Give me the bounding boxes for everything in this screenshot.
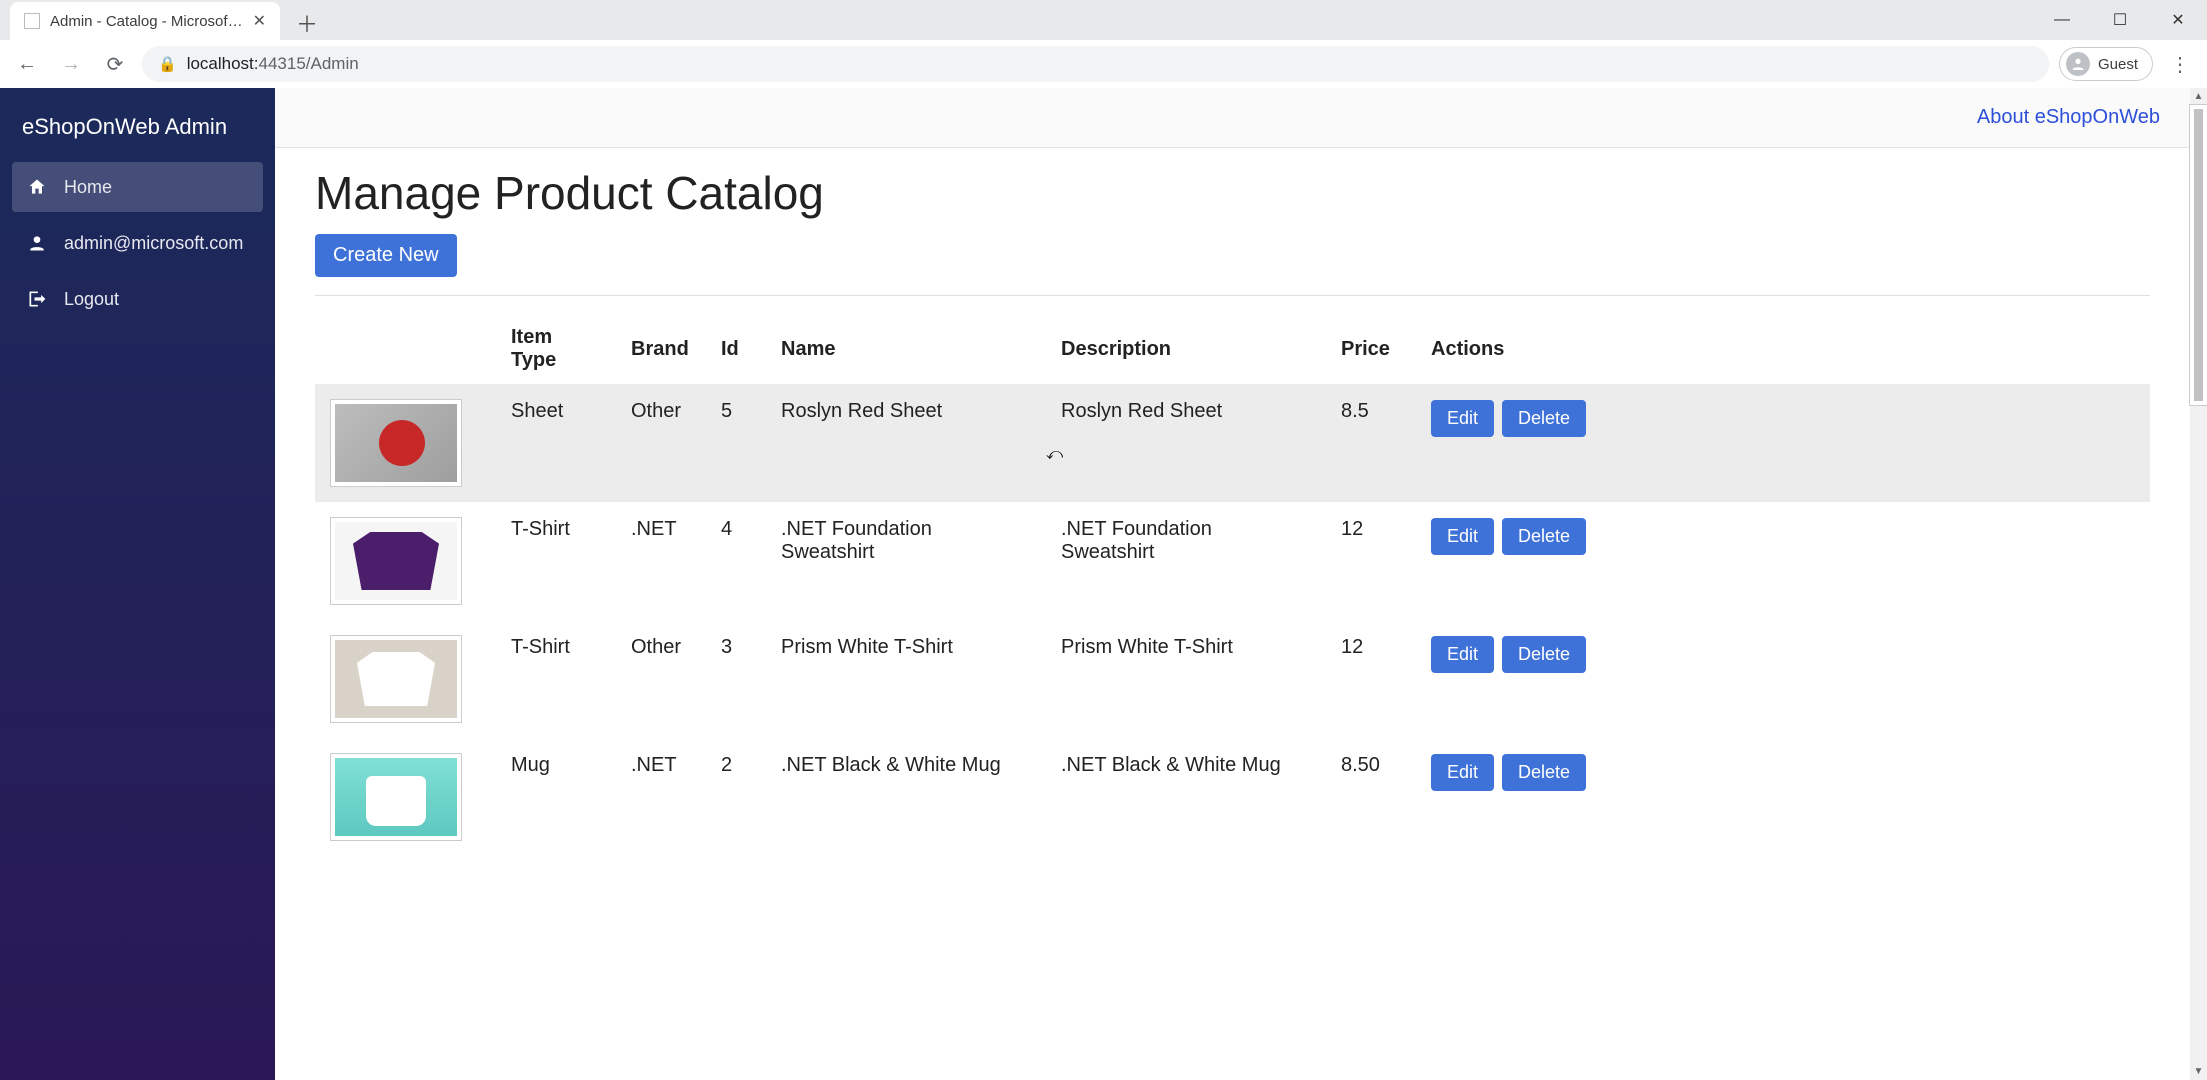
table-header-row: Item Type Brand Id Name Description Pric… xyxy=(315,314,2150,384)
edit-button[interactable]: Edit xyxy=(1431,518,1494,555)
scroll-down-icon[interactable]: ▼ xyxy=(2190,1063,2207,1080)
page-viewport: eShopOnWeb Admin Home admin@microsoft.co… xyxy=(0,88,2207,1080)
cell-id: 2 xyxy=(705,738,765,856)
sidebar: eShopOnWeb Admin Home admin@microsoft.co… xyxy=(0,88,275,1080)
close-window-button[interactable]: ✕ xyxy=(2149,0,2207,40)
cell-item-type: T-Shirt xyxy=(495,502,615,620)
cell-price: 12 xyxy=(1325,502,1415,620)
lock-icon: 🔒 xyxy=(158,55,177,73)
product-thumbnail xyxy=(331,636,461,722)
cell-price: 12 xyxy=(1325,620,1415,738)
col-description: Description xyxy=(1045,314,1325,384)
about-link[interactable]: About eShopOnWeb xyxy=(1977,106,2160,129)
table-row[interactable]: SheetOther5Roslyn Red SheetRoslyn Red Sh… xyxy=(315,384,2150,502)
delete-button[interactable]: Delete xyxy=(1502,400,1586,437)
cell-item-type: Sheet xyxy=(495,384,615,502)
browser-menu-button[interactable]: ⋮ xyxy=(2163,47,2197,81)
col-image xyxy=(315,314,495,384)
top-bar: About eShopOnWeb xyxy=(275,88,2190,148)
col-actions: Actions xyxy=(1415,314,2150,384)
browser-tab[interactable]: Admin - Catalog - Microsoft.eShopOnWeb ✕ xyxy=(10,2,280,40)
cell-description: .NET Black & White Mug xyxy=(1045,738,1325,856)
tab-title: Admin - Catalog - Microsoft.eShopOnWeb xyxy=(50,13,243,30)
product-thumbnail xyxy=(331,754,461,840)
cell-id: 4 xyxy=(705,502,765,620)
col-id: Id xyxy=(705,314,765,384)
address-bar[interactable]: 🔒 localhost:44315/Admin xyxy=(142,46,2049,82)
forward-button[interactable]: → xyxy=(54,47,88,81)
cell-description: Roslyn Red Sheet xyxy=(1045,384,1325,502)
vertical-scrollbar[interactable]: ▲ ▼ xyxy=(2190,88,2207,1080)
avatar-icon xyxy=(2066,52,2090,76)
edit-button[interactable]: Edit xyxy=(1431,754,1494,791)
close-tab-icon[interactable]: ✕ xyxy=(253,11,266,31)
user-icon xyxy=(26,232,48,254)
scroll-thumb[interactable] xyxy=(2190,105,2207,405)
catalog-table: Item Type Brand Id Name Description Pric… xyxy=(315,314,2150,856)
maximize-button[interactable]: ☐ xyxy=(2091,0,2149,40)
content: Manage Product Catalog Create New Item T… xyxy=(275,148,2190,874)
sidebar-item-label: Home xyxy=(64,177,112,198)
browser-chrome: Admin - Catalog - Microsoft.eShopOnWeb ✕… xyxy=(0,0,2207,88)
cell-brand: .NET xyxy=(615,738,705,856)
col-name: Name xyxy=(765,314,1045,384)
back-button[interactable]: ← xyxy=(10,47,44,81)
table-row[interactable]: T-ShirtOther3Prism White T-ShirtPrism Wh… xyxy=(315,620,2150,738)
sidebar-item-user[interactable]: admin@microsoft.com xyxy=(12,218,263,268)
cell-id: 5 xyxy=(705,384,765,502)
tab-bar: Admin - Catalog - Microsoft.eShopOnWeb ✕… xyxy=(0,0,2207,40)
delete-button[interactable]: Delete xyxy=(1502,636,1586,673)
favicon-icon xyxy=(24,13,40,29)
cell-name: Roslyn Red Sheet xyxy=(765,384,1045,502)
create-new-button[interactable]: Create New xyxy=(315,234,457,277)
profile-label: Guest xyxy=(2098,56,2138,73)
sidebar-item-label: admin@microsoft.com xyxy=(64,233,243,254)
scroll-up-icon[interactable]: ▲ xyxy=(2190,88,2207,105)
cell-description: .NET Foundation Sweatshirt xyxy=(1045,502,1325,620)
cell-id: 3 xyxy=(705,620,765,738)
col-item-type: Item Type xyxy=(495,314,615,384)
sidebar-item-home[interactable]: Home xyxy=(12,162,263,212)
divider xyxy=(315,295,2150,296)
delete-button[interactable]: Delete xyxy=(1502,754,1586,791)
edit-button[interactable]: Edit xyxy=(1431,400,1494,437)
cell-item-type: T-Shirt xyxy=(495,620,615,738)
product-thumbnail xyxy=(331,400,461,486)
toolbar: ← → ⟳ 🔒 localhost:44315/Admin Guest ⋮ xyxy=(0,40,2207,88)
table-row[interactable]: Mug.NET2.NET Black & White Mug.NET Black… xyxy=(315,738,2150,856)
url-path: 44315/Admin xyxy=(259,54,359,73)
edit-button[interactable]: Edit xyxy=(1431,636,1494,673)
cell-name: Prism White T-Shirt xyxy=(765,620,1045,738)
sidebar-item-logout[interactable]: Logout xyxy=(12,274,263,324)
profile-chip[interactable]: Guest xyxy=(2059,47,2153,81)
sidebar-item-label: Logout xyxy=(64,289,119,310)
minimize-button[interactable]: — xyxy=(2033,0,2091,40)
cell-name: .NET Foundation Sweatshirt xyxy=(765,502,1045,620)
cell-brand: .NET xyxy=(615,502,705,620)
cell-name: .NET Black & White Mug xyxy=(765,738,1045,856)
logout-icon xyxy=(26,288,48,310)
cell-brand: Other xyxy=(615,620,705,738)
cell-description: Prism White T-Shirt xyxy=(1045,620,1325,738)
home-icon xyxy=(26,176,48,198)
delete-button[interactable]: Delete xyxy=(1502,518,1586,555)
product-thumbnail xyxy=(331,518,461,604)
page-title: Manage Product Catalog xyxy=(315,166,2150,220)
new-tab-button[interactable]: ＋ xyxy=(290,6,324,40)
window-controls: — ☐ ✕ xyxy=(2033,0,2207,40)
cell-brand: Other xyxy=(615,384,705,502)
col-price: Price xyxy=(1325,314,1415,384)
cell-item-type: Mug xyxy=(495,738,615,856)
url-host: localhost: xyxy=(187,54,259,73)
main: About eShopOnWeb Manage Product Catalog … xyxy=(275,88,2190,1080)
reload-button[interactable]: ⟳ xyxy=(98,47,132,81)
cell-price: 8.5 xyxy=(1325,384,1415,502)
table-row[interactable]: T-Shirt.NET4.NET Foundation Sweatshirt.N… xyxy=(315,502,2150,620)
brand-title: eShopOnWeb Admin xyxy=(12,108,263,162)
col-brand: Brand xyxy=(615,314,705,384)
cell-price: 8.50 xyxy=(1325,738,1415,856)
